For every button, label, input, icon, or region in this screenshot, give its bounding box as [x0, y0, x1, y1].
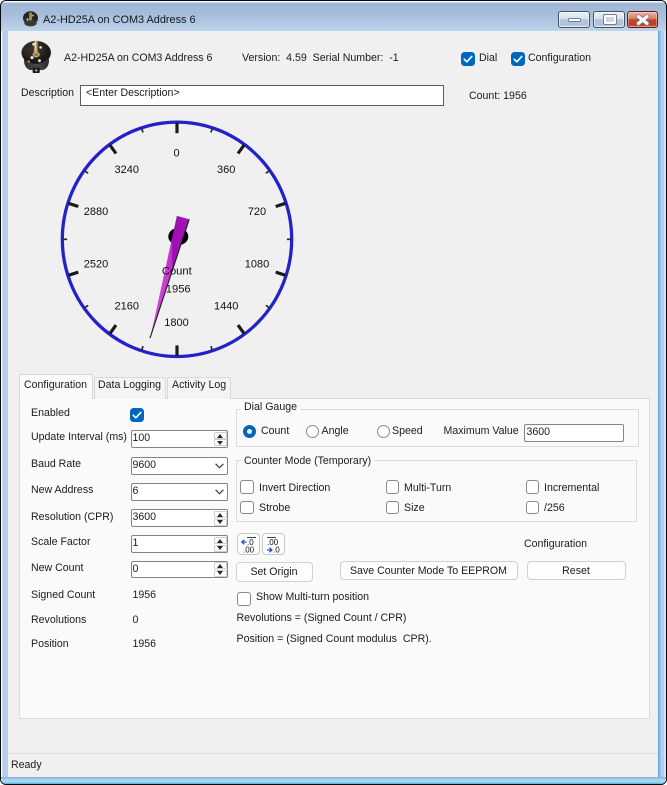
svg-text:.0: .0 [273, 546, 280, 555]
svg-text:Count: Count [162, 266, 193, 278]
svg-text:720: 720 [248, 206, 266, 218]
svg-text:360: 360 [217, 164, 235, 176]
svg-text:1440: 1440 [214, 301, 238, 313]
svg-text:1800: 1800 [164, 317, 188, 329]
svg-text:.00: .00 [243, 546, 255, 555]
svg-text:1956: 1956 [166, 284, 191, 296]
svg-text:1080: 1080 [245, 258, 269, 270]
svg-text:3240: 3240 [115, 164, 139, 176]
svg-text:2520: 2520 [84, 258, 108, 270]
svg-text:2160: 2160 [115, 301, 139, 313]
svg-text:0: 0 [174, 148, 180, 160]
svg-text:2880: 2880 [84, 206, 108, 218]
